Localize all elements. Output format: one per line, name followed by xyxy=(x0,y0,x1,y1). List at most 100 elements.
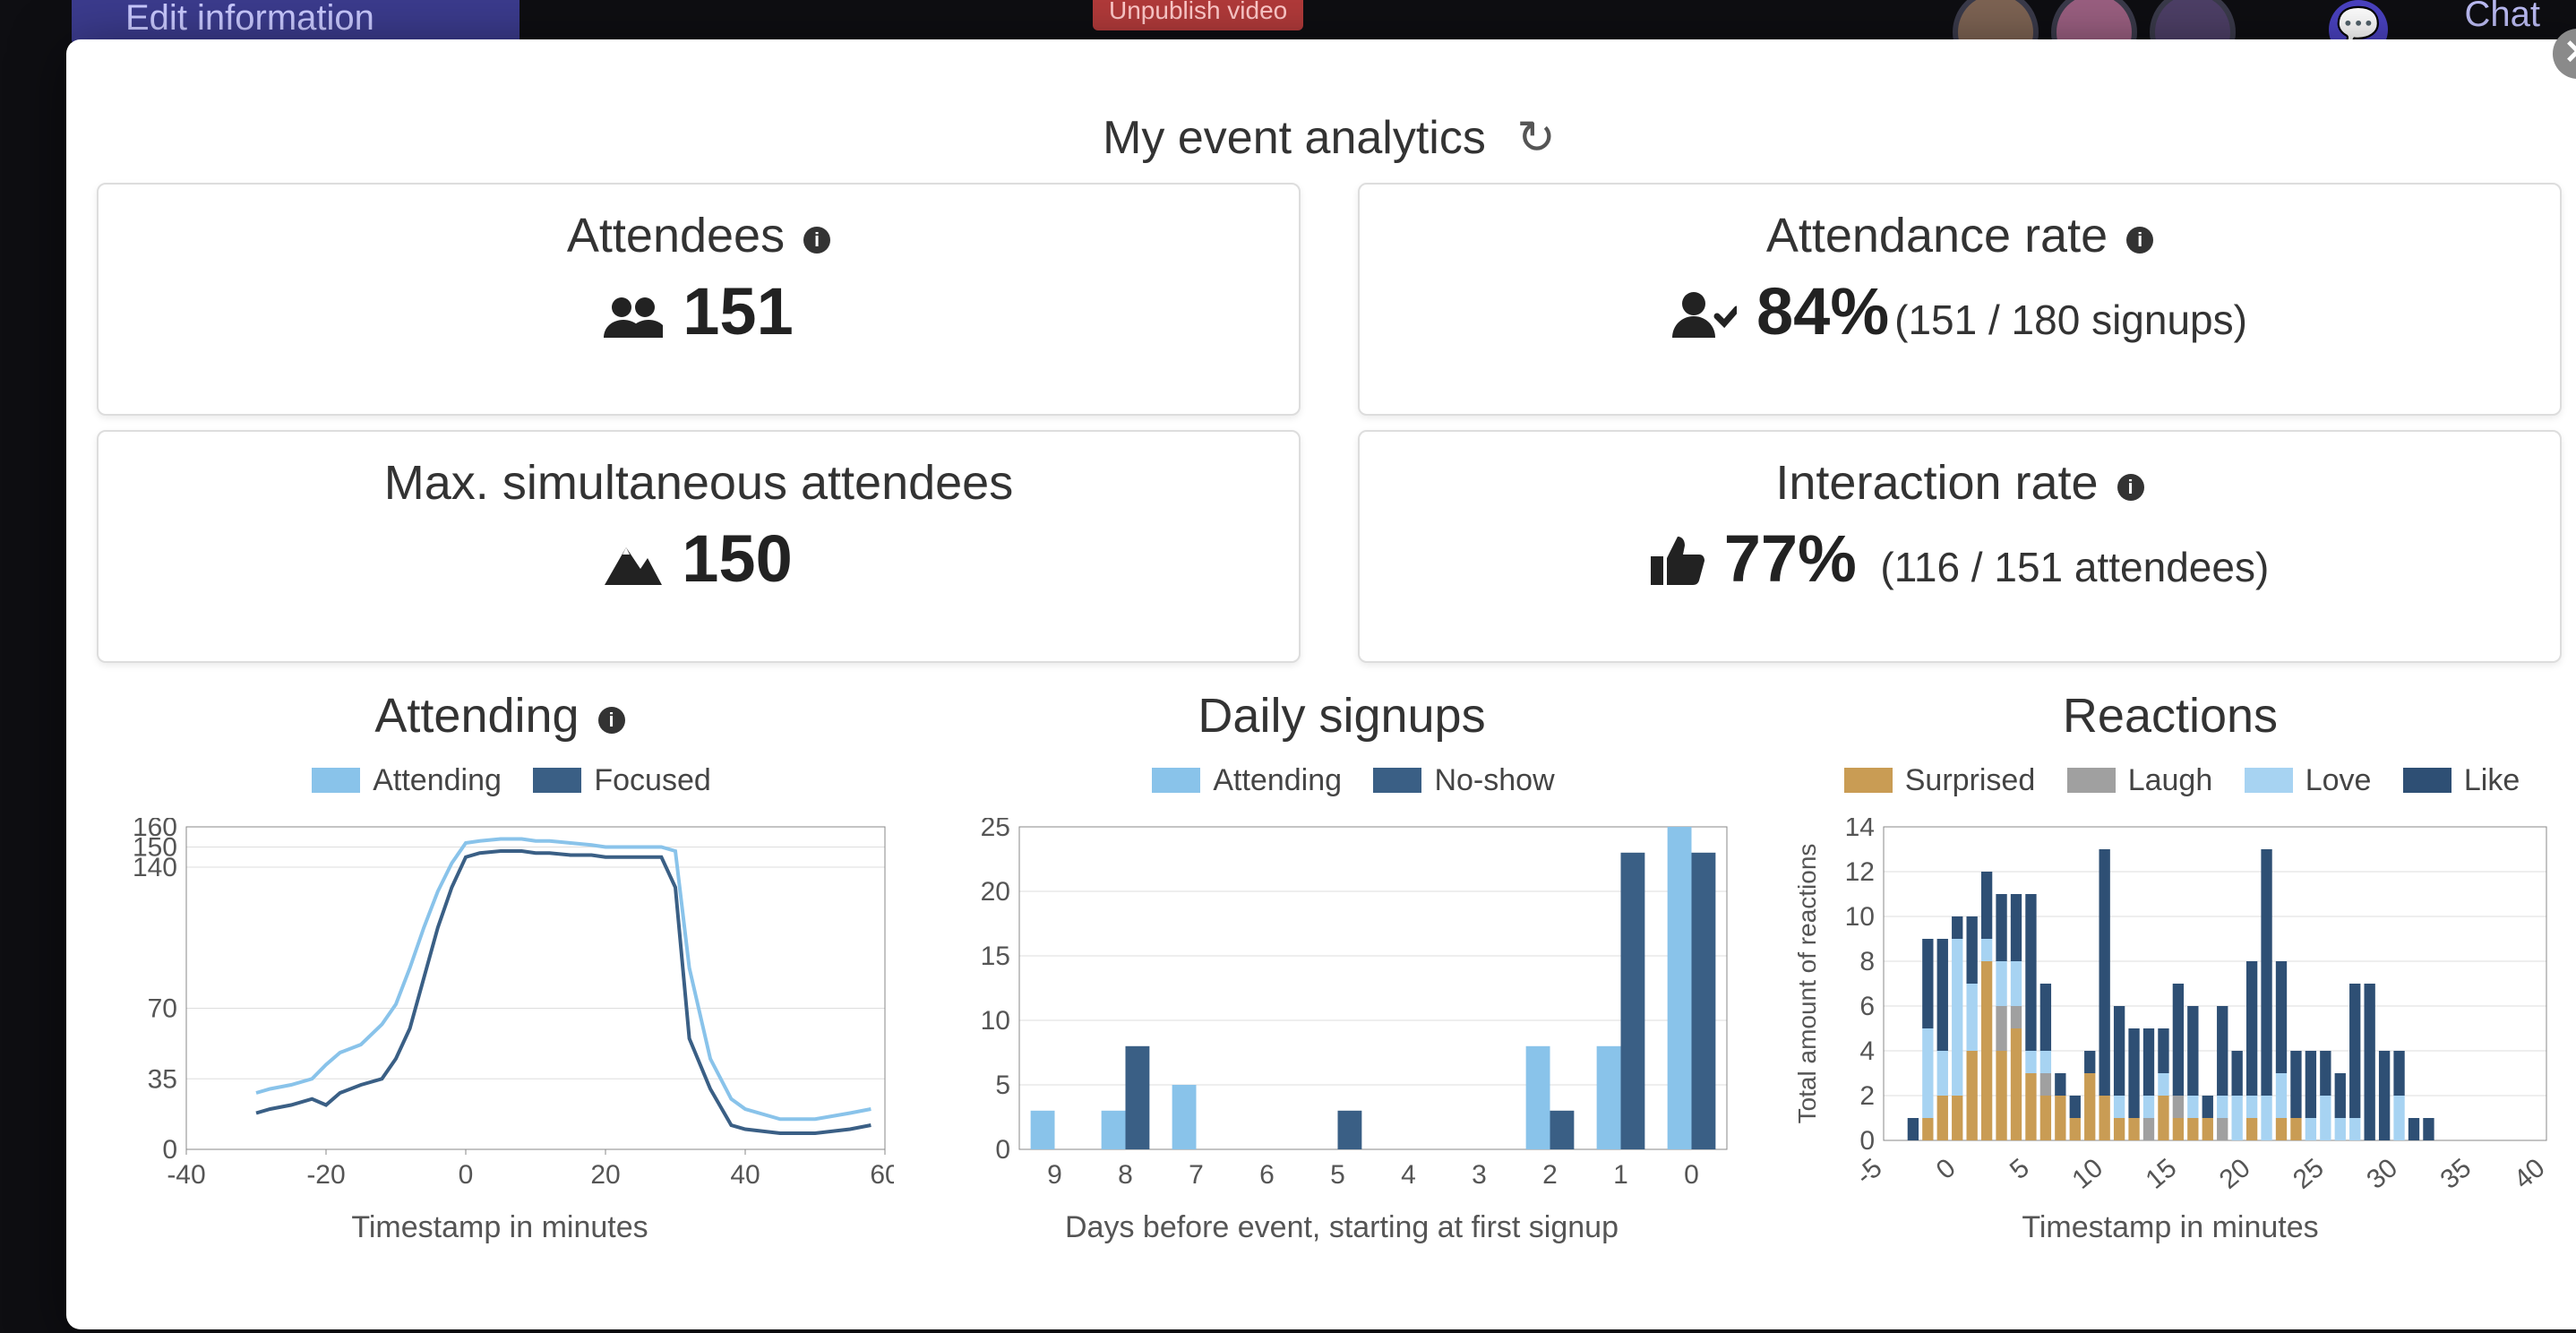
card-interaction-rate: Interaction rate i 77% (116 / 151 attend… xyxy=(1358,430,2562,663)
card-value: 77% xyxy=(1724,521,1857,596)
svg-text:40: 40 xyxy=(2509,1153,2551,1194)
chat-button[interactable]: Chat xyxy=(2465,0,2541,35)
card-title: Max. simultaneous attendees xyxy=(384,456,1013,510)
svg-text:8: 8 xyxy=(1118,1160,1133,1190)
svg-text:20: 20 xyxy=(590,1160,620,1190)
users-icon xyxy=(604,271,663,360)
svg-text:-5: -5 xyxy=(1850,1153,1888,1191)
svg-text:40: 40 xyxy=(730,1160,760,1190)
card-sub: (116 / 151 attendees) xyxy=(1880,544,2269,590)
svg-text:0: 0 xyxy=(459,1160,474,1190)
svg-text:6: 6 xyxy=(1859,992,1875,1021)
svg-text:5: 5 xyxy=(1330,1160,1345,1190)
svg-text:30: 30 xyxy=(2361,1153,2403,1194)
card-value: 151 xyxy=(683,274,793,348)
svg-text:20: 20 xyxy=(2214,1153,2256,1194)
svg-text:2: 2 xyxy=(1542,1160,1558,1190)
legend-swatch xyxy=(1373,768,1421,793)
svg-text:7: 7 xyxy=(1189,1160,1204,1190)
stacked-bar-chart-svg: 02468101214Total amount of reactions-505… xyxy=(1785,818,2555,1194)
svg-text:14: 14 xyxy=(1845,818,1875,842)
legend-swatch xyxy=(2067,768,2116,793)
legend-swatch xyxy=(1844,768,1893,793)
refresh-icon[interactable]: ↻ xyxy=(1516,111,1556,165)
svg-text:4: 4 xyxy=(1859,1036,1875,1066)
svg-text:10: 10 xyxy=(981,1006,1010,1036)
svg-text:5: 5 xyxy=(995,1071,1010,1100)
legend-label: Attending xyxy=(373,763,502,797)
svg-text:3: 3 xyxy=(1472,1160,1487,1190)
mountain-icon xyxy=(605,518,662,607)
legend-swatch xyxy=(312,768,360,793)
svg-text:6: 6 xyxy=(1259,1160,1275,1190)
legend-label: Attending xyxy=(1213,763,1342,797)
card-attendees: Attendees i 151 xyxy=(97,183,1301,416)
svg-text:Total amount of reactions: Total amount of reactions xyxy=(1793,844,1821,1124)
info-icon[interactable]: i xyxy=(803,227,830,254)
card-title: Interaction rate xyxy=(1775,456,2098,510)
card-title: Attendance rate xyxy=(1766,209,2108,262)
svg-text:-40: -40 xyxy=(167,1160,205,1190)
x-axis-label: Timestamp in minutes xyxy=(1781,1210,2560,1245)
legend-swatch xyxy=(533,768,581,793)
info-icon[interactable]: i xyxy=(2126,227,2153,254)
svg-text:70: 70 xyxy=(148,994,177,1024)
legend-label: Like xyxy=(2464,763,2520,797)
svg-text:35: 35 xyxy=(2434,1153,2477,1194)
legend-label: Laugh xyxy=(2128,763,2213,797)
svg-text:60: 60 xyxy=(870,1160,894,1190)
chart-daily-signups: Daily signups Attending No-show 05101520… xyxy=(939,688,1745,1245)
legend-label: Focused xyxy=(594,763,710,797)
unpublish-video-button[interactable]: Unpublish video xyxy=(1093,0,1303,30)
svg-text:160: 160 xyxy=(133,818,177,842)
svg-text:0: 0 xyxy=(1684,1160,1699,1190)
svg-text:0: 0 xyxy=(995,1135,1010,1165)
svg-text:25: 25 xyxy=(981,818,1010,842)
svg-text:15: 15 xyxy=(2141,1153,2183,1194)
legend-label: Love xyxy=(2306,763,2372,797)
chart-reactions: Reactions Surprised Laugh Love Like 0 2 4 6… xyxy=(1781,688,2560,1245)
info-icon[interactable]: i xyxy=(2117,474,2144,501)
chart-title: Reactions xyxy=(2063,689,2278,743)
legend-swatch xyxy=(2245,768,2293,793)
svg-text:8: 8 xyxy=(1859,947,1875,976)
bar-chart-svg: 05101520259876543210 xyxy=(948,818,1736,1194)
card-max-simultaneous: Max. simultaneous attendees 150 xyxy=(97,430,1301,663)
card-value: 150 xyxy=(682,521,792,596)
svg-text:10: 10 xyxy=(2066,1153,2108,1194)
svg-text:15: 15 xyxy=(981,942,1010,971)
svg-text:2: 2 xyxy=(1859,1081,1875,1111)
chart-legend: Attending Focused xyxy=(97,763,903,798)
edit-information-button[interactable]: Edit information xyxy=(72,0,519,45)
x-axis-label: Timestamp in minutes xyxy=(97,1210,903,1245)
svg-text:0: 0 xyxy=(1859,1126,1875,1156)
analytics-modal: ✕ My event analytics ↻ Attendees i 151 A… xyxy=(66,39,2576,1329)
line-chart-svg: 03570140150160-40-200204060 xyxy=(106,818,894,1194)
svg-text:9: 9 xyxy=(1047,1160,1062,1190)
chart-title: Daily signups xyxy=(1198,689,1485,743)
card-value: 84% xyxy=(1756,274,1889,348)
svg-text:-20: -20 xyxy=(306,1160,345,1190)
x-axis-label: Days before event, starting at first sig… xyxy=(939,1210,1745,1245)
legend-swatch xyxy=(1152,768,1200,793)
svg-text:1: 1 xyxy=(1613,1160,1628,1190)
legend-label: Surprised xyxy=(1905,763,2036,797)
card-sub: (151 / 180 signups) xyxy=(1894,297,2247,343)
chart-title: Attending xyxy=(374,689,579,743)
chart-legend: Surprised Laugh Love Like xyxy=(1781,763,2560,798)
svg-text:35: 35 xyxy=(148,1064,177,1094)
svg-text:4: 4 xyxy=(1401,1160,1416,1190)
svg-text:10: 10 xyxy=(1845,902,1875,932)
charts-row: Attending i Attending Focused 0357014015… xyxy=(97,688,2562,1303)
info-icon[interactable]: i xyxy=(598,707,625,734)
legend-label: No-show xyxy=(1434,763,1554,797)
svg-text:25: 25 xyxy=(2288,1153,2330,1194)
svg-text:20: 20 xyxy=(981,877,1010,907)
modal-title: My event analytics ↻ xyxy=(66,111,2576,165)
legend-swatch xyxy=(2403,768,2451,793)
svg-text:0: 0 xyxy=(1931,1153,1962,1185)
chart-attending: Attending i Attending Focused 0357014015… xyxy=(97,688,903,1245)
card-attendance-rate: Attendance rate i 84%(151 / 180 signups) xyxy=(1358,183,2562,416)
thumbs-up-icon xyxy=(1651,518,1704,607)
card-title: Attendees xyxy=(567,209,785,262)
